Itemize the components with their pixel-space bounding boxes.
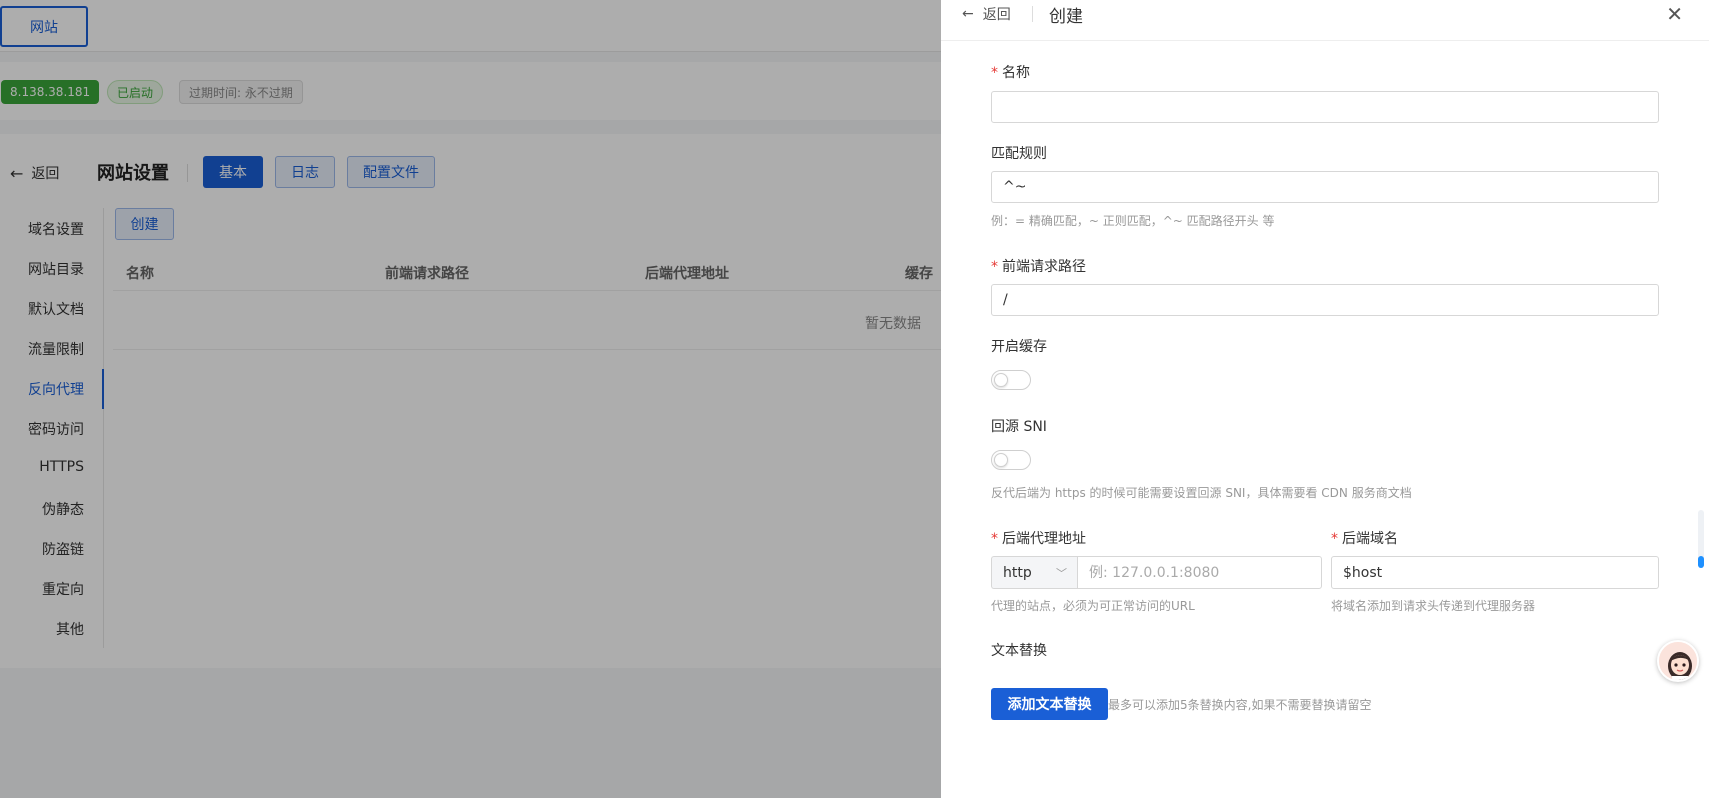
drawer-back-link[interactable]: ← 返回 bbox=[962, 4, 1011, 24]
required-mark: * bbox=[991, 65, 998, 81]
sni-hint: 反代后端为 https 的时候可能需要设置回源 SNI，具体需要看 CDN 服务… bbox=[991, 486, 1412, 500]
match-rule-input[interactable] bbox=[991, 171, 1659, 203]
backend-domain-label: * 后端域名 bbox=[1331, 528, 1398, 548]
create-proxy-drawer: ← 返回 创建 ✕ *名称 匹配规则 例：= 精确匹配，~ 正则匹配，^~ 匹配… bbox=[941, 0, 1709, 798]
name-label: * 名称 bbox=[991, 62, 1030, 82]
required-mark: * bbox=[991, 531, 998, 547]
toggle-knob bbox=[994, 373, 1008, 387]
match-rule-hint: 例：= 精确匹配，~ 正则匹配，^~ 匹配路径开头 等 bbox=[991, 214, 1275, 228]
request-path-label-text: 前端请求路径 bbox=[1002, 259, 1086, 275]
backend-domain-input[interactable] bbox=[1331, 556, 1659, 589]
drawer-title: 创建 bbox=[1049, 7, 1083, 27]
close-icon[interactable]: ✕ bbox=[1666, 2, 1683, 26]
arrow-left-icon: ← bbox=[962, 6, 974, 22]
chevron-down-icon: ﹀ bbox=[1056, 566, 1067, 580]
name-input[interactable] bbox=[991, 91, 1659, 123]
drawer-header: ← 返回 创建 ✕ bbox=[941, 0, 1709, 41]
backend-address-hint: 代理的站点，必须为可正常访问的URL bbox=[991, 599, 1195, 613]
request-path-label: * 前端请求路径 bbox=[991, 256, 1086, 276]
back-label: 返回 bbox=[982, 7, 1011, 23]
request-path-input[interactable] bbox=[991, 284, 1659, 316]
required-mark: * bbox=[991, 259, 998, 275]
backend-address-label: * 后端代理地址 bbox=[991, 528, 1086, 548]
assistant-avatar-icon[interactable] bbox=[1657, 640, 1699, 682]
required-mark: * bbox=[1331, 531, 1338, 547]
backend-address-label-text: 后端代理地址 bbox=[1002, 531, 1086, 547]
match-rule-label: 匹配规则 bbox=[991, 146, 1047, 162]
backend-address-input[interactable] bbox=[1077, 556, 1322, 589]
scrollbar-thumb[interactable] bbox=[1698, 556, 1704, 568]
protocol-value: http bbox=[1003, 564, 1032, 581]
backend-domain-label-text: 后端域名 bbox=[1342, 531, 1398, 547]
divider bbox=[1032, 6, 1033, 22]
text-replace-hint: 最多可以添加5条替换内容,如果不需要替换请留空 bbox=[1108, 698, 1372, 712]
add-text-replace-button[interactable]: 添加文本替换 bbox=[991, 688, 1108, 720]
text-replace-label: 文本替换 bbox=[991, 643, 1047, 659]
backend-domain-hint: 将域名添加到请求头传递到代理服务器 bbox=[1331, 599, 1536, 613]
toggle-knob bbox=[994, 453, 1008, 467]
cache-toggle[interactable] bbox=[991, 370, 1031, 390]
cache-label: 开启缓存 bbox=[991, 339, 1047, 355]
sni-label: 回源 SNI bbox=[991, 419, 1047, 435]
name-label-text: 名称 bbox=[1002, 65, 1030, 81]
protocol-select[interactable]: http ﹀ bbox=[991, 556, 1077, 589]
sni-toggle[interactable] bbox=[991, 450, 1031, 470]
